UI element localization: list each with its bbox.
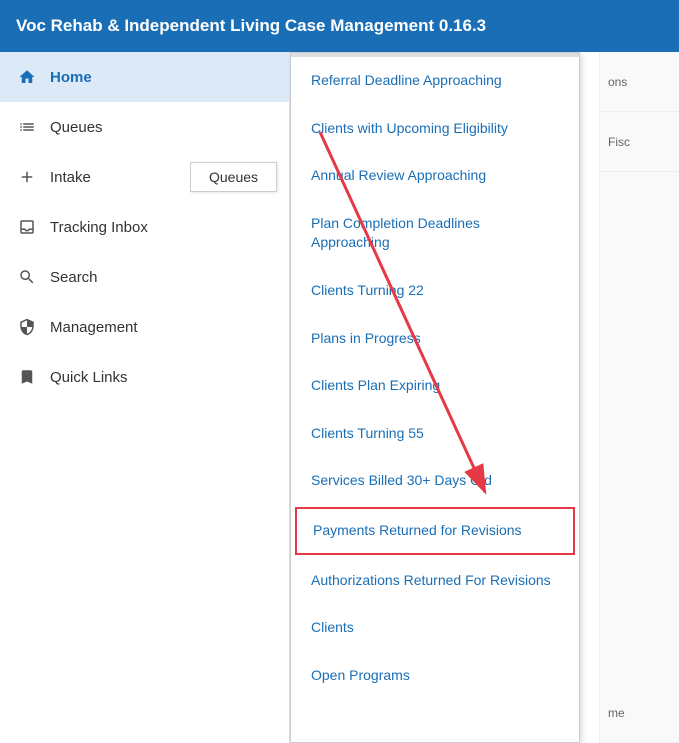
sidebar-tracking-inbox-label: Tracking Inbox bbox=[50, 219, 148, 236]
sidebar-home-label: Home bbox=[50, 69, 92, 86]
intake-icon bbox=[16, 166, 38, 188]
app-title: Voc Rehab & Independent Living Case Mana… bbox=[16, 16, 486, 36]
queues-icon bbox=[16, 116, 38, 138]
sidebar-item-management[interactable]: Management bbox=[0, 302, 289, 352]
management-icon bbox=[16, 316, 38, 338]
sidebar-search-label: Search bbox=[50, 269, 98, 286]
quick-links-icon bbox=[16, 366, 38, 388]
right-panel: Referral Deadline ApproachingClients wit… bbox=[290, 52, 679, 743]
queues-submenu-label: Queues bbox=[190, 162, 277, 192]
tracking-inbox-icon bbox=[16, 216, 38, 238]
right-side-content: ons Fisc me bbox=[599, 52, 679, 743]
menu-item-plan-completion[interactable]: Plan Completion Deadlines Approaching bbox=[291, 200, 579, 267]
menu-item-clients[interactable]: Clients bbox=[291, 604, 579, 652]
menu-items-container: Referral Deadline ApproachingClients wit… bbox=[291, 57, 579, 699]
sidebar-item-home[interactable]: Home bbox=[0, 52, 289, 102]
menu-item-open-programs[interactable]: Open Programs bbox=[291, 652, 579, 700]
sidebar-quick-links-label: Quick Links bbox=[50, 369, 128, 386]
app-header: Voc Rehab & Independent Living Case Mana… bbox=[0, 0, 679, 52]
menu-item-clients-turning-55[interactable]: Clients Turning 55 bbox=[291, 410, 579, 458]
menu-item-authorizations-returned[interactable]: Authorizations Returned For Revisions bbox=[291, 557, 579, 605]
home-icon bbox=[16, 66, 38, 88]
right-side-item-2: Fisc bbox=[600, 112, 679, 172]
menu-item-payments-returned[interactable]: Payments Returned for Revisions bbox=[295, 507, 575, 555]
menu-item-referral-deadline[interactable]: Referral Deadline Approaching bbox=[291, 57, 579, 105]
right-side-item-1: ons bbox=[600, 52, 679, 112]
menu-item-clients-turning-22[interactable]: Clients Turning 22 bbox=[291, 267, 579, 315]
menu-item-services-billed[interactable]: Services Billed 30+ Days Old bbox=[291, 457, 579, 505]
sidebar-queues-label: Queues bbox=[50, 119, 103, 136]
sidebar-management-label: Management bbox=[50, 319, 138, 336]
menu-item-annual-review[interactable]: Annual Review Approaching bbox=[291, 152, 579, 200]
sidebar-item-tracking-inbox[interactable]: Tracking Inbox bbox=[0, 202, 289, 252]
menu-item-plans-in-progress[interactable]: Plans in Progress bbox=[291, 315, 579, 363]
sidebar-item-queues[interactable]: Queues bbox=[0, 102, 289, 152]
sidebar-item-search[interactable]: Search bbox=[0, 252, 289, 302]
sidebar-intake-label: Intake bbox=[50, 169, 91, 186]
sidebar-item-quick-links[interactable]: Quick Links bbox=[0, 352, 289, 402]
menu-item-clients-plan-expiring[interactable]: Clients Plan Expiring bbox=[291, 362, 579, 410]
right-side-item-3: me bbox=[600, 683, 679, 743]
sidebar: Home Queues Intake bbox=[0, 52, 290, 743]
menu-item-upcoming-eligibility[interactable]: Clients with Upcoming Eligibility bbox=[291, 105, 579, 153]
search-icon bbox=[16, 266, 38, 288]
queues-dropdown-menu: Referral Deadline ApproachingClients wit… bbox=[290, 52, 580, 743]
main-layout: Home Queues Intake bbox=[0, 52, 679, 743]
